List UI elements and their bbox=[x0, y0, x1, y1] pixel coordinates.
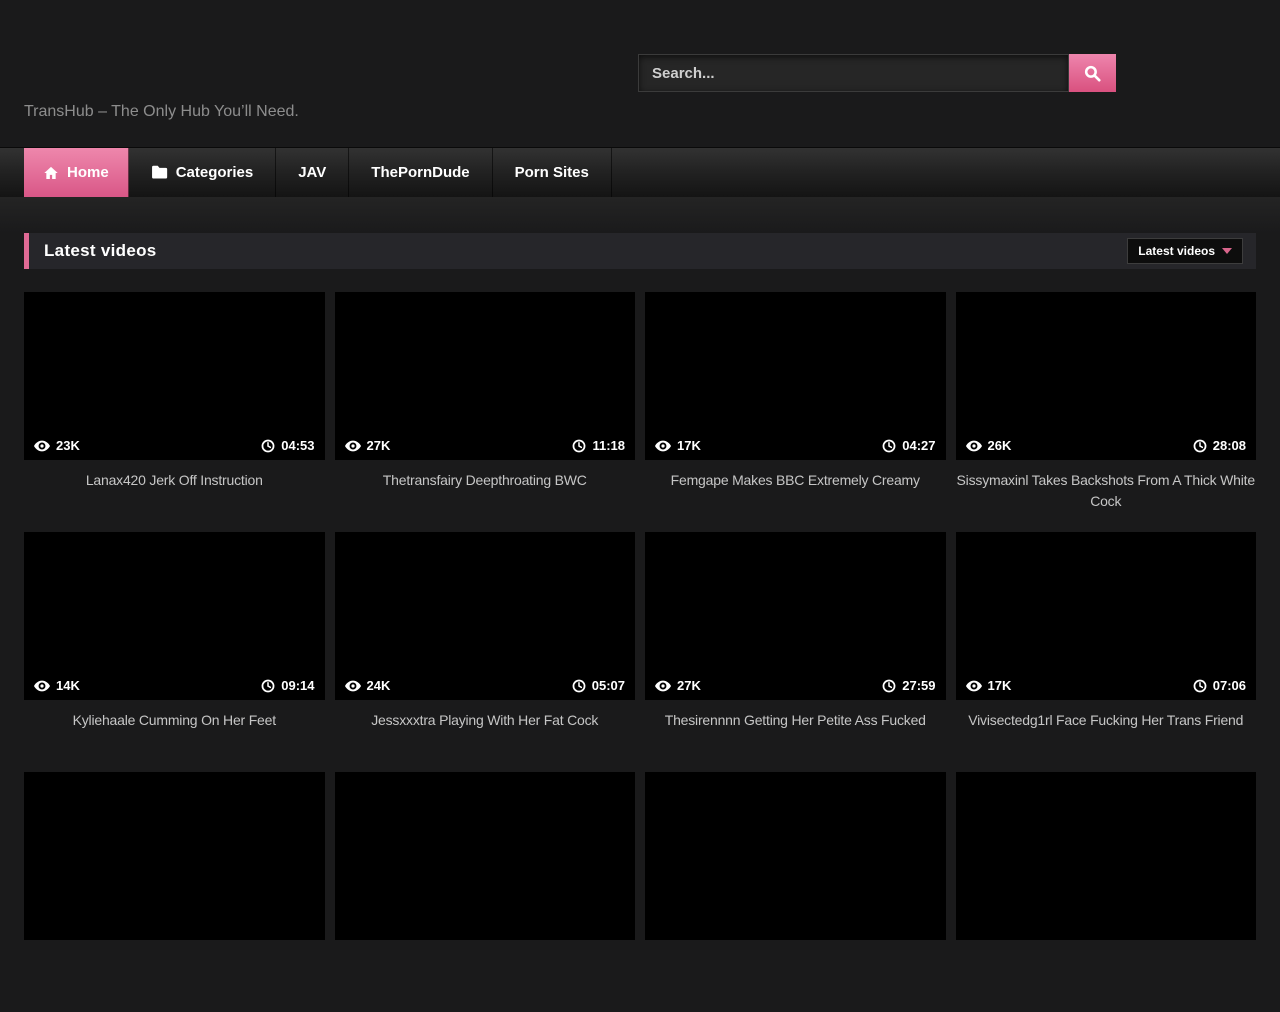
eye-icon bbox=[34, 680, 50, 692]
video-title[interactable]: Vivisectedg1rl Face Fucking Her Trans Fr… bbox=[956, 710, 1257, 731]
video-thumbnail[interactable]: 26K 28:08 bbox=[956, 292, 1257, 460]
video-card[interactable]: 23K 04:53 Lanax420 Jerk Off Instruction bbox=[24, 292, 325, 532]
duration: 04:53 bbox=[261, 438, 314, 453]
video-card[interactable] bbox=[24, 772, 325, 1012]
eye-icon bbox=[966, 440, 982, 452]
video-meta: 24K 05:07 bbox=[335, 678, 636, 700]
view-count: 27K bbox=[655, 678, 701, 693]
site-header: TransHub – The Only Hub You’ll Need. bbox=[0, 0, 1280, 147]
main-nav: Home Categories JAV ThePornDude Porn Sit… bbox=[0, 147, 1280, 197]
video-thumbnail[interactable]: 17K 04:27 bbox=[645, 292, 946, 460]
clock-icon bbox=[1193, 439, 1207, 453]
search-icon bbox=[1083, 64, 1102, 83]
video-thumbnail[interactable] bbox=[956, 772, 1257, 940]
video-card[interactable]: 14K 09:14 Kyliehaale Cumming On Her Feet bbox=[24, 532, 325, 772]
video-thumbnail[interactable]: 14K 09:14 bbox=[24, 532, 325, 700]
video-thumbnail[interactable] bbox=[645, 772, 946, 940]
section-title: Latest videos bbox=[44, 241, 157, 261]
clock-icon bbox=[261, 439, 275, 453]
view-count: 14K bbox=[34, 678, 80, 693]
video-card[interactable] bbox=[645, 772, 946, 1012]
clock-icon bbox=[882, 679, 896, 693]
video-card[interactable]: 27K 11:18 Thetransfairy Deepthroating BW… bbox=[335, 292, 636, 532]
video-meta: 14K 09:14 bbox=[24, 678, 325, 700]
video-meta: 23K 04:53 bbox=[24, 438, 325, 460]
video-thumbnail[interactable]: 24K 05:07 bbox=[335, 532, 636, 700]
eye-icon bbox=[34, 440, 50, 452]
nav-item-label: JAV bbox=[298, 164, 326, 181]
duration: 11:18 bbox=[572, 438, 625, 453]
clock-icon bbox=[882, 439, 896, 453]
video-meta: 27K 27:59 bbox=[645, 678, 946, 700]
video-title[interactable]: Thesirennnn Getting Her Petite Ass Fucke… bbox=[645, 710, 946, 731]
video-card[interactable] bbox=[956, 772, 1257, 1012]
video-card[interactable]: 27K 27:59 Thesirennnn Getting Her Petite… bbox=[645, 532, 946, 772]
video-meta: 17K 04:27 bbox=[645, 438, 946, 460]
video-title[interactable]: Jessxxxtra Playing With Her Fat Cock bbox=[335, 710, 636, 731]
video-card[interactable]: 17K 04:27 Femgape Makes BBC Extremely Cr… bbox=[645, 292, 946, 532]
clock-icon bbox=[572, 439, 586, 453]
folder-icon bbox=[151, 165, 168, 180]
video-thumbnail[interactable]: 23K 04:53 bbox=[24, 292, 325, 460]
clock-icon bbox=[261, 679, 275, 693]
video-meta: 26K 28:08 bbox=[956, 438, 1257, 460]
nav-fade-strip bbox=[0, 197, 1280, 233]
caret-down-icon bbox=[1222, 248, 1232, 254]
sort-dropdown-label: Latest videos bbox=[1138, 244, 1215, 258]
eye-icon bbox=[345, 440, 361, 452]
search-form bbox=[638, 54, 1116, 92]
nav-item-home[interactable]: Home bbox=[24, 148, 129, 197]
nav-item-theporndude[interactable]: ThePornDude bbox=[349, 148, 492, 197]
search-button[interactable] bbox=[1069, 54, 1116, 92]
video-meta: 17K 07:06 bbox=[956, 678, 1257, 700]
nav-item-jav[interactable]: JAV bbox=[276, 148, 349, 197]
video-meta: 27K 11:18 bbox=[335, 438, 636, 460]
view-count: 23K bbox=[34, 438, 80, 453]
video-thumbnail[interactable] bbox=[335, 772, 636, 940]
nav-item-porn-sites[interactable]: Porn Sites bbox=[493, 148, 612, 197]
clock-icon bbox=[1193, 679, 1207, 693]
duration: 09:14 bbox=[261, 678, 314, 693]
eye-icon bbox=[655, 680, 671, 692]
duration: 07:06 bbox=[1193, 678, 1246, 693]
clock-icon bbox=[572, 679, 586, 693]
site-tagline: TransHub – The Only Hub You’ll Need. bbox=[24, 103, 299, 121]
video-thumbnail[interactable]: 17K 07:06 bbox=[956, 532, 1257, 700]
video-title[interactable]: Kyliehaale Cumming On Her Feet bbox=[24, 710, 325, 731]
eye-icon bbox=[345, 680, 361, 692]
view-count: 26K bbox=[966, 438, 1012, 453]
latest-videos-section-header: Latest videos Latest videos bbox=[24, 233, 1256, 269]
video-title[interactable]: Thetransfairy Deepthroating BWC bbox=[335, 470, 636, 491]
duration: 28:08 bbox=[1193, 438, 1246, 453]
view-count: 24K bbox=[345, 678, 391, 693]
video-card[interactable]: 17K 07:06 Vivisectedg1rl Face Fucking He… bbox=[956, 532, 1257, 772]
duration: 27:59 bbox=[882, 678, 935, 693]
video-card[interactable] bbox=[335, 772, 636, 1012]
nav-item-label: Categories bbox=[176, 164, 254, 181]
view-count: 17K bbox=[966, 678, 1012, 693]
nav-item-label: ThePornDude bbox=[371, 164, 469, 181]
video-card[interactable]: 24K 05:07 Jessxxxtra Playing With Her Fa… bbox=[335, 532, 636, 772]
video-title[interactable]: Sissymaxinl Takes Backshots From A Thick… bbox=[956, 470, 1257, 512]
view-count: 17K bbox=[655, 438, 701, 453]
video-title[interactable]: Femgape Makes BBC Extremely Creamy bbox=[645, 470, 946, 491]
search-input[interactable] bbox=[638, 54, 1069, 92]
video-thumbnail[interactable]: 27K 27:59 bbox=[645, 532, 946, 700]
eye-icon bbox=[966, 680, 982, 692]
video-card[interactable]: 26K 28:08 Sissymaxinl Takes Backshots Fr… bbox=[956, 292, 1257, 532]
sort-dropdown[interactable]: Latest videos bbox=[1127, 238, 1243, 264]
video-thumbnail[interactable] bbox=[24, 772, 325, 940]
video-thumbnail[interactable]: 27K 11:18 bbox=[335, 292, 636, 460]
duration: 04:27 bbox=[882, 438, 935, 453]
eye-icon bbox=[655, 440, 671, 452]
nav-item-categories[interactable]: Categories bbox=[129, 148, 277, 197]
nav-item-label: Home bbox=[67, 164, 109, 181]
nav-item-label: Porn Sites bbox=[515, 164, 589, 181]
duration: 05:07 bbox=[572, 678, 625, 693]
video-title[interactable]: Lanax420 Jerk Off Instruction bbox=[24, 470, 325, 491]
home-icon bbox=[43, 165, 59, 181]
video-grid: 23K 04:53 Lanax420 Jerk Off Instruction … bbox=[24, 292, 1256, 1012]
view-count: 27K bbox=[345, 438, 391, 453]
